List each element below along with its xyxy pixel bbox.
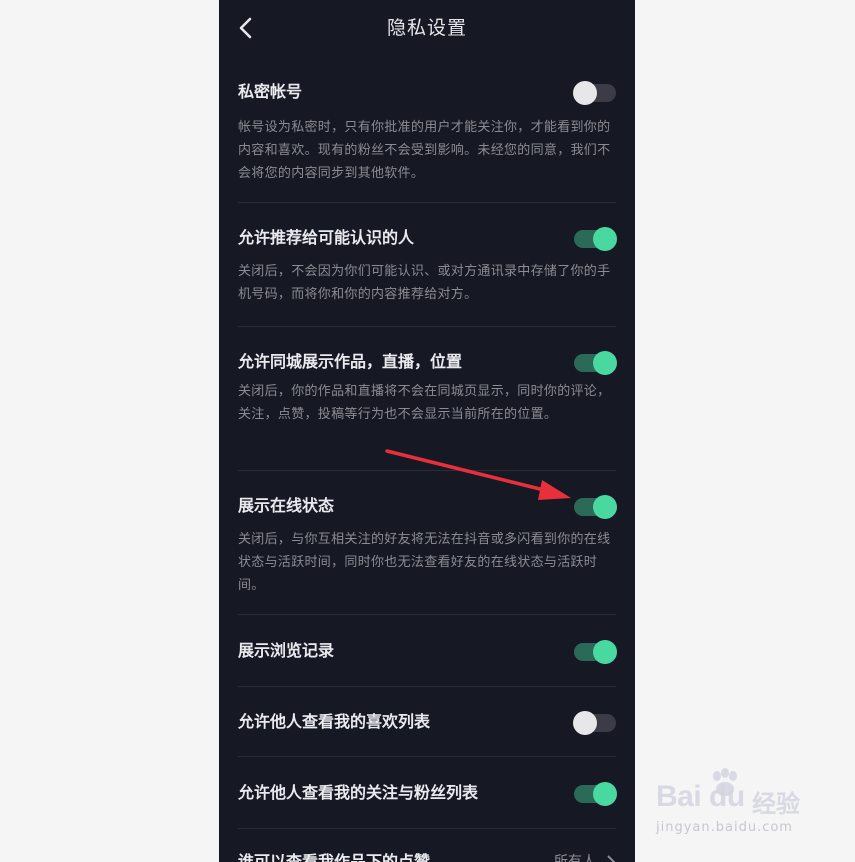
likes-list-toggle[interactable] [573, 711, 616, 735]
divider [238, 828, 616, 829]
setting-online-status: 展示在线状态 关闭后，与你互相关注的好友将无法在抖音或多闪看到你的在线状态与活跃… [238, 494, 617, 604]
toggle-knob [593, 640, 617, 664]
follow-list-toggle[interactable] [574, 782, 617, 806]
setting-title: 允许同城展示作品，直播，位置 [238, 352, 463, 371]
divider [238, 614, 616, 615]
toggle-knob [573, 711, 597, 735]
toggle-knob [593, 495, 617, 519]
setting-description: 帐号设为私密时，只有你批准的用户才能关注你，才能看到你的内容和喜欢。现有的粉丝不… [238, 120, 611, 181]
divider [238, 202, 616, 203]
setting-description: 关闭后，不会因为你们可能认识、或对方通讯录中存储了你的手机号码，而将你和你的内容… [238, 264, 611, 302]
toggle-knob [573, 81, 597, 105]
toggle-knob [593, 227, 617, 251]
watermark-logo-text: Bai du [656, 780, 745, 813]
online-status-toggle[interactable] [574, 495, 617, 519]
setting-title: 谁可以查看我作品下的点赞 [238, 852, 431, 862]
setting-browsing-history: 展示浏览记录 [238, 639, 617, 669]
divider [238, 756, 616, 757]
divider [238, 326, 616, 327]
setting-who-can-view-likes[interactable]: 谁可以查看我作品下的点赞 所有人 [238, 846, 616, 862]
page-title: 隐私设置 [386, 17, 467, 39]
setting-local-display: 允许同城展示作品，直播，位置 关闭后，你的作品和直播将不会在同城页显示，同时你的… [238, 350, 617, 460]
setting-title: 允许他人查看我的关注与粉丝列表 [238, 783, 479, 802]
divider [238, 470, 616, 471]
setting-likes-list: 允许他人查看我的喜欢列表 [238, 710, 616, 740]
phone-screen: 隐私设置 私密帐号 帐号设为私密时，只有你批准的用户才能关注你，才能看到你的内容… [219, 0, 635, 862]
toggle-knob [593, 782, 617, 806]
setting-description: 关闭后，你的作品和直播将不会在同城页显示，同时你的评论，关注，点赞，投稿等行为也… [238, 384, 611, 422]
divider [238, 686, 616, 687]
watermark-brand: 经验 [752, 790, 800, 818]
private-account-toggle[interactable] [573, 81, 616, 105]
setting-title: 允许推荐给可能认识的人 [238, 228, 415, 247]
setting-title: 允许他人查看我的喜欢列表 [238, 712, 431, 731]
chevron-right-icon [607, 855, 616, 862]
nav-header: 隐私设置 [219, 0, 635, 56]
setting-value: 所有人 [554, 854, 596, 862]
recommend-toggle[interactable] [574, 227, 617, 251]
setting-description: 关闭后，与你互相关注的好友将无法在抖音或多闪看到你的在线状态与活跃时间，同时你也… [238, 532, 611, 593]
toggle-knob [593, 351, 617, 375]
setting-follow-list: 允许他人查看我的关注与粉丝列表 [238, 781, 617, 811]
setting-title: 展示浏览记录 [238, 641, 335, 660]
local-display-toggle[interactable] [574, 351, 617, 375]
setting-title: 私密帐号 [238, 82, 303, 101]
setting-private-account: 私密帐号 帐号设为私密时，只有你批准的用户才能关注你，才能看到你的内容和喜欢。现… [238, 80, 616, 190]
setting-recommend-to-acquaintances: 允许推荐给可能认识的人 关闭后，不会因为你们可能认识、或对方通讯录中存储了你的手… [238, 226, 617, 316]
baidu-watermark: Bai du 经验 jingyan.baidu.com [656, 768, 816, 848]
browsing-history-toggle[interactable] [574, 640, 617, 664]
watermark-url: jingyan.baidu.com [656, 820, 793, 835]
setting-title: 展示在线状态 [238, 496, 335, 515]
